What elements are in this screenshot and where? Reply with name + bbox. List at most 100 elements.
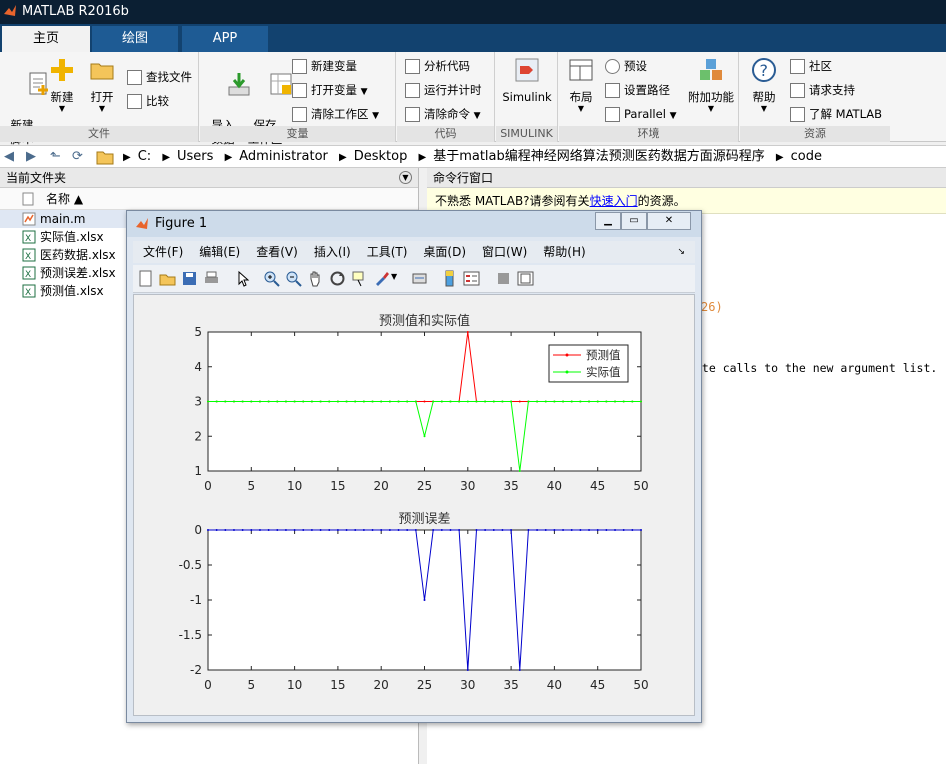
breadcrumb-item[interactable]: code: [791, 149, 822, 164]
menu-insert[interactable]: 插入(I): [314, 245, 351, 259]
tab-plots[interactable]: 绘图: [92, 26, 178, 52]
breadcrumb-item[interactable]: C:: [138, 149, 151, 164]
data-cursor-icon[interactable]: [351, 270, 368, 287]
open-variable-button[interactable]: 打开变量 ▼: [292, 80, 368, 100]
data-point: [406, 400, 409, 403]
print-icon[interactable]: [203, 270, 220, 287]
show-plot-tools-icon[interactable]: [517, 270, 534, 287]
x-tick-label: 50: [633, 678, 648, 692]
maximize-button[interactable]: ▭: [621, 212, 647, 230]
tab-home[interactable]: 主页: [2, 26, 90, 52]
up-folder-icon[interactable]: ⬑: [50, 150, 66, 164]
brush-icon[interactable]: [373, 270, 390, 287]
forward-arrow-icon[interactable]: ▶: [26, 150, 42, 164]
browse-folder-icon[interactable]: ⟳: [72, 150, 88, 164]
new-figure-icon[interactable]: [137, 270, 154, 287]
request-support-button[interactable]: 请求支持: [790, 80, 855, 100]
getting-started-link[interactable]: 快速入门: [590, 194, 638, 208]
minimize-button[interactable]: ▁: [595, 212, 621, 230]
menu-overflow-icon[interactable]: ↘: [677, 241, 685, 263]
data-point: [553, 529, 556, 531]
y-tick-label: 5: [194, 325, 202, 339]
data-point: [518, 470, 521, 472]
simulink-button[interactable]: Simulink: [498, 57, 556, 104]
help-button[interactable]: ? 帮助 ▼: [744, 57, 784, 114]
data-point: [354, 529, 357, 531]
learn-matlab-button[interactable]: 了解 MATLAB: [790, 104, 882, 124]
pan-hand-icon[interactable]: [307, 270, 324, 287]
data-point: [224, 400, 227, 403]
matlab-logo-icon: [4, 5, 16, 16]
back-arrow-icon[interactable]: ◀: [4, 150, 20, 164]
menu-tools[interactable]: 工具(T): [367, 245, 408, 259]
menu-desktop[interactable]: 桌面(D): [423, 245, 466, 259]
svg-text:X: X: [25, 288, 31, 298]
breadcrumb-item[interactable]: 基于matlab编程神经网络算法预测医药数据方面源码程序: [433, 149, 765, 164]
breadcrumb-item[interactable]: Administrator: [239, 149, 328, 164]
plot-area[interactable]: 预测值和实际值0 5 10 15 20 25 30 35 40 45 5012345预测值实际值预测…: [134, 295, 694, 715]
data-point: [258, 400, 261, 403]
colorbar-icon[interactable]: [441, 270, 458, 287]
menu-file[interactable]: 文件(F): [143, 245, 183, 259]
zoom-in-icon[interactable]: [263, 270, 280, 287]
add-ons-button[interactable]: 附加功能 ▼: [687, 57, 735, 114]
file-name: 预测误差.xlsx: [40, 266, 116, 280]
panel-menu-icon[interactable]: ▼: [399, 171, 412, 184]
data-point: [614, 529, 617, 531]
zoom-out-icon[interactable]: [285, 270, 302, 287]
environment-group-label: 环境: [559, 126, 738, 142]
figure-title-bar[interactable]: Figure 1 ▁ ▭ ✕: [127, 211, 701, 237]
data-point: [284, 529, 287, 531]
legend-icon[interactable]: [463, 270, 480, 287]
set-path-button[interactable]: 设置路径: [605, 80, 670, 100]
tab-apps[interactable]: APP: [182, 26, 268, 52]
file-name: 预测值.xlsx: [40, 284, 104, 298]
figure-canvas[interactable]: 预测值和实际值 0 5 10 15 20 25 30 35 40 45 50 1 2 3 4 5 预测值 实际值 预测…: [133, 294, 695, 716]
open-variable-label: 打开变量: [311, 83, 357, 97]
open-button[interactable]: 打开 ▼: [84, 57, 120, 114]
clear-commands-button[interactable]: 清除命令 ▼: [405, 104, 481, 124]
data-point: [475, 529, 478, 531]
x-tick-label: 40: [547, 479, 562, 493]
data-point: [310, 400, 313, 403]
preferences-button[interactable]: 预设: [605, 56, 647, 76]
x-tick-label: 45: [590, 479, 605, 493]
hide-plot-tools-icon[interactable]: [495, 270, 512, 287]
data-point: [579, 529, 582, 531]
new-variable-button[interactable]: 新建变量: [292, 56, 357, 76]
data-point: [544, 529, 547, 531]
x-tick-label: 30: [460, 678, 475, 692]
menu-help[interactable]: 帮助(H): [543, 245, 585, 259]
edit-plot-arrow-icon[interactable]: [235, 270, 252, 287]
compare-button[interactable]: 比较: [127, 91, 169, 111]
name-column-label: 名称 ▲: [46, 192, 84, 206]
analyze-code-button[interactable]: 分析代码: [405, 56, 470, 76]
find-files-button[interactable]: 查找文件: [127, 67, 192, 87]
rotate-3d-icon[interactable]: [329, 270, 346, 287]
chevron-down-icon[interactable]: ▼: [391, 272, 397, 281]
layout-button[interactable]: 布局 ▼: [563, 57, 599, 114]
name-column-header[interactable]: 名称 ▲: [0, 188, 418, 210]
new-button[interactable]: 新建 ▼: [44, 57, 80, 114]
data-point: [432, 529, 435, 531]
menu-window[interactable]: 窗口(W): [482, 245, 527, 259]
link-plot-icon[interactable]: [411, 270, 428, 287]
parallel-button[interactable]: Parallel ▼: [605, 104, 676, 124]
clear-workspace-button[interactable]: 清除工作区 ▼: [292, 104, 379, 124]
data-point: [423, 599, 426, 601]
community-button[interactable]: 社区: [790, 56, 832, 76]
data-point: [293, 400, 296, 403]
breadcrumb-item[interactable]: Desktop: [354, 149, 408, 164]
data-point: [536, 529, 539, 531]
close-button[interactable]: ✕: [647, 212, 691, 230]
data-point: [466, 669, 469, 671]
menu-edit[interactable]: 编辑(E): [199, 245, 240, 259]
open-file-icon[interactable]: [159, 270, 176, 287]
figure-window[interactable]: Figure 1 ▁ ▭ ✕ 文件(F) 编辑(E) 查看(V) 插入(I) 工具(T)…: [126, 210, 702, 723]
xlsx-file-icon: X: [22, 266, 36, 280]
data-point: [536, 400, 539, 403]
breadcrumb-item[interactable]: Users: [177, 149, 213, 164]
run-and-time-button[interactable]: 运行并计时: [405, 80, 482, 100]
save-icon[interactable]: [181, 270, 198, 287]
menu-view[interactable]: 查看(V): [256, 245, 298, 259]
